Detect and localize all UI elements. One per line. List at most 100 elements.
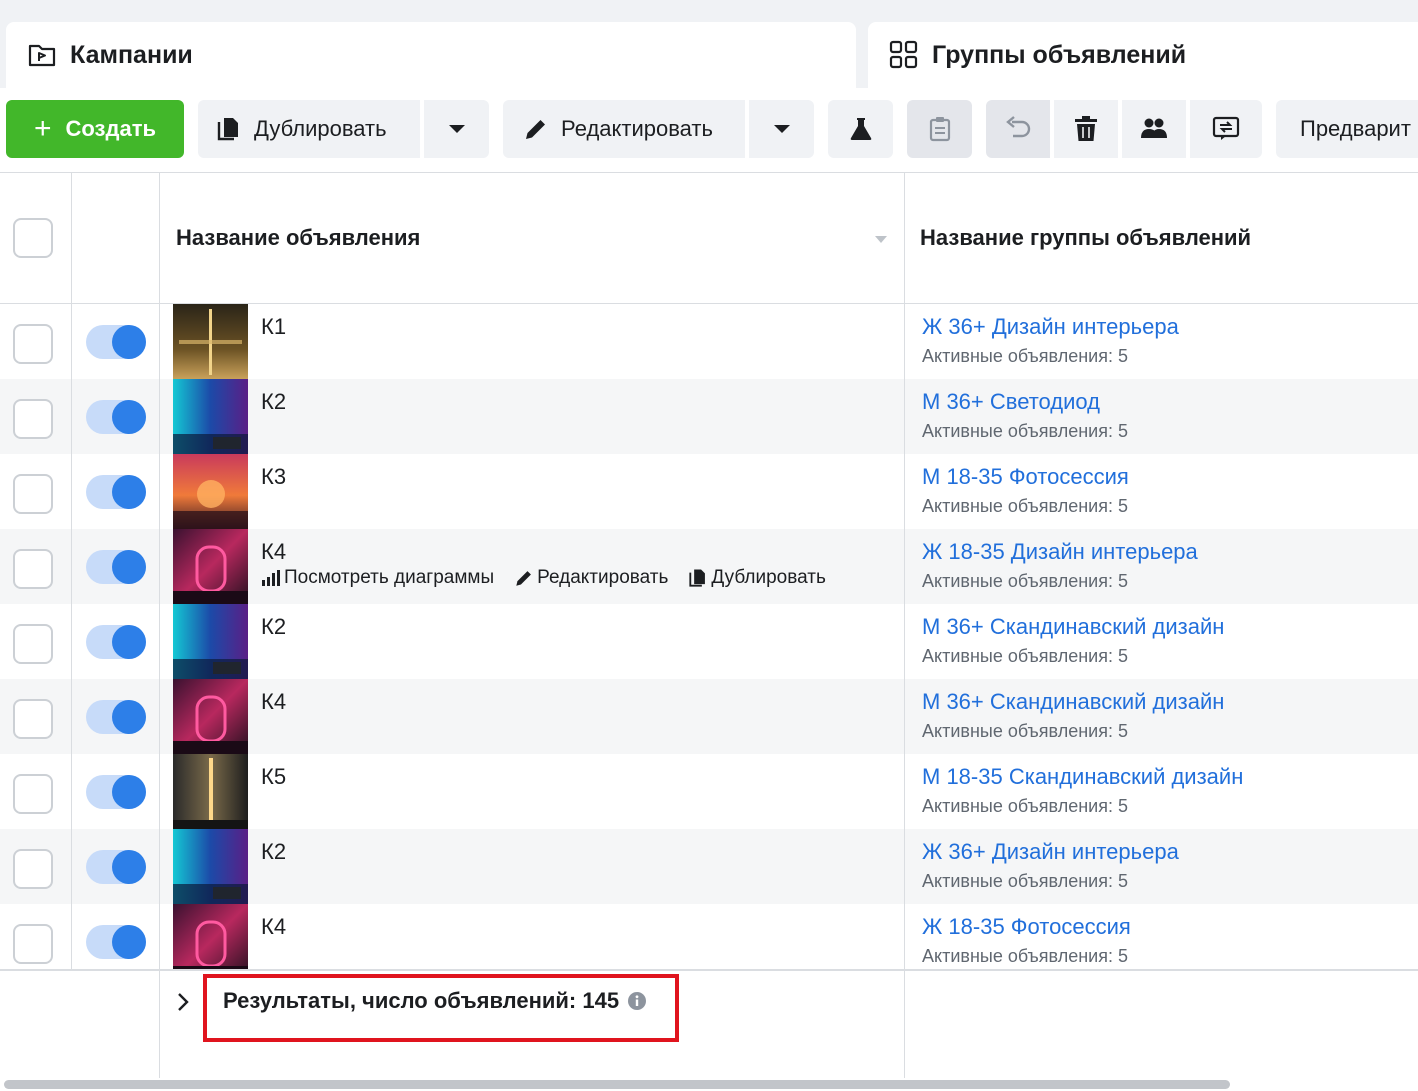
row-checkbox[interactable] [13, 399, 53, 439]
ad-status-toggle[interactable] [86, 850, 146, 884]
ad-status-toggle[interactable] [86, 475, 146, 509]
tab-adsets[interactable]: Группы объявлений [868, 22, 1418, 88]
ad-thumbnail[interactable] [173, 604, 248, 679]
paste-button[interactable] [907, 100, 972, 158]
ad-name[interactable]: К2 [261, 389, 286, 415]
duplicate-dropdown-button[interactable] [424, 100, 489, 158]
row-checkbox[interactable] [13, 624, 53, 664]
toggle-knob [112, 550, 146, 584]
row-checkbox[interactable] [13, 324, 53, 364]
caret-down-icon [448, 123, 466, 135]
table-row[interactable]: К4 Ж 18-35 Фотосессия Активные объявления:… [0, 904, 1418, 979]
adset-name-link[interactable]: Ж 18-35 Дизайн интерьера [922, 539, 1198, 565]
table-row[interactable]: К4 М 36+ Скандинавский дизайн Активные объ… [0, 679, 1418, 754]
adset-name-link[interactable]: М 18-35 Фотосессия [922, 464, 1129, 490]
adset-active-ads-count: Активные объявления: 5 [922, 646, 1128, 666]
sort-caret-icon[interactable] [875, 236, 887, 243]
adset-active-ads-count: Активные объявления: 5 [922, 571, 1128, 591]
table-row[interactable]: К4 Посмотреть диаграммы Редактировать Дубли… [0, 529, 1418, 604]
adset-active-ads-count: Активные объявления: 5 [922, 946, 1128, 966]
table-row[interactable]: К3 М 18-35 Фотосессия Активные объявления:… [0, 454, 1418, 529]
row-checkbox[interactable] [13, 774, 53, 814]
ad-thumbnail[interactable] [173, 754, 248, 829]
tab-campaigns[interactable]: Кампании [6, 22, 856, 88]
ad-name[interactable]: К4 [261, 689, 286, 715]
ad-thumbnail[interactable] [173, 529, 248, 604]
ad-name[interactable]: К5 [261, 764, 286, 790]
results-summary: Результаты, число объявлений: 145 [223, 988, 647, 1014]
adset-name-link[interactable]: Ж 18-35 Фотосессия [922, 914, 1131, 940]
row-checkbox[interactable] [13, 849, 53, 889]
view-charts-label: Посмотреть диаграммы [284, 567, 495, 588]
table-row[interactable]: К2 Ж 36+ Дизайн интерьера Активные объявле… [0, 829, 1418, 904]
bar-chart-icon [262, 570, 280, 586]
row-duplicate-link[interactable]: Дублировать [688, 567, 826, 589]
ad-name[interactable]: К1 [261, 314, 286, 340]
rules-button[interactable] [1122, 100, 1186, 158]
info-icon[interactable] [627, 991, 647, 1011]
table-row[interactable]: К5 М 18-35 Скандинавский дизайн Активные о… [0, 754, 1418, 829]
table-header: Название объявления Название группы объя… [0, 173, 1418, 304]
ad-status-toggle[interactable] [86, 550, 146, 584]
ad-status-toggle[interactable] [86, 400, 146, 434]
ad-name[interactable]: К2 [261, 839, 286, 865]
table-row[interactable]: К2 М 36+ Светодиод Активные объявления: 5 [0, 379, 1418, 454]
preview-button[interactable]: Предварит [1276, 100, 1418, 158]
row-edit-link[interactable]: Редактировать [514, 567, 668, 589]
adset-name-link[interactable]: Ж 36+ Дизайн интерьера [922, 314, 1179, 340]
results-highlight: Результаты, число объявлений: 145 [203, 974, 679, 1042]
duplicate-button[interactable]: Дублировать [198, 100, 420, 158]
create-button[interactable]: + Создать [6, 100, 184, 158]
toolbar: + Создать Дублировать Редактировать Пред… [0, 88, 1418, 172]
preview-button-label: Предварит [1300, 116, 1411, 141]
ad-thumbnail[interactable] [173, 904, 248, 979]
ab-test-button[interactable] [828, 100, 893, 158]
view-charts-link[interactable]: Посмотреть диаграммы [261, 567, 494, 589]
scrollbar-thumb[interactable] [4, 1080, 1230, 1089]
ad-thumbnail[interactable] [173, 829, 248, 904]
adset-name-link[interactable]: М 36+ Скандинавский дизайн [922, 689, 1224, 715]
horizontal-scrollbar[interactable] [0, 1078, 1418, 1091]
ad-status-toggle[interactable] [86, 925, 146, 959]
adset-name-link[interactable]: М 36+ Светодиод [922, 389, 1100, 415]
ad-thumbnail[interactable] [173, 679, 248, 754]
table-row[interactable]: К1 Ж 36+ Дизайн интерьера Активные объявле… [0, 304, 1418, 379]
edit-dropdown-button[interactable] [749, 100, 814, 158]
column-header-adset-name[interactable]: Название группы объявлений [920, 225, 1251, 251]
row-checkbox[interactable] [13, 474, 53, 514]
row-checkbox[interactable] [13, 549, 53, 589]
table-row[interactable]: К2 М 36+ Скандинавский дизайн Активные объ… [0, 604, 1418, 679]
ad-thumbnail[interactable] [173, 454, 248, 529]
ad-name[interactable]: К3 [261, 464, 286, 490]
column-divider [904, 173, 905, 1079]
ad-name[interactable]: К2 [261, 614, 286, 640]
adset-name-link[interactable]: М 36+ Скандинавский дизайн [922, 614, 1224, 640]
adset-active-ads-count: Активные объявления: 5 [922, 871, 1128, 891]
column-header-ad-name[interactable]: Название объявления [176, 225, 420, 251]
delete-button[interactable] [1054, 100, 1118, 158]
ad-thumbnail[interactable] [173, 304, 248, 379]
row-checkbox[interactable] [13, 699, 53, 739]
column-divider [159, 173, 160, 1079]
ad-status-toggle[interactable] [86, 700, 146, 734]
ad-name[interactable]: К4 [261, 914, 286, 940]
toggle-knob [112, 475, 146, 509]
ad-status-toggle[interactable] [86, 775, 146, 809]
adset-active-ads-count: Активные объявления: 5 [922, 796, 1128, 816]
row-checkbox[interactable] [13, 924, 53, 964]
edit-button-label: Редактировать [561, 116, 713, 141]
toggle-knob [112, 325, 146, 359]
ad-status-toggle[interactable] [86, 625, 146, 659]
trash-icon [1074, 116, 1098, 142]
ad-name[interactable]: К4 [261, 539, 286, 565]
duplicate-icon [216, 116, 242, 142]
select-all-checkbox[interactable] [13, 218, 53, 258]
ad-thumbnail[interactable] [173, 379, 248, 454]
adset-name-link[interactable]: Ж 36+ Дизайн интерьера [922, 839, 1179, 865]
export-button[interactable] [1190, 100, 1262, 158]
chevron-right-icon[interactable] [175, 991, 191, 1018]
undo-button[interactable] [986, 100, 1050, 158]
ad-status-toggle[interactable] [86, 325, 146, 359]
adset-name-link[interactable]: М 18-35 Скандинавский дизайн [922, 764, 1243, 790]
edit-button[interactable]: Редактировать [503, 100, 745, 158]
